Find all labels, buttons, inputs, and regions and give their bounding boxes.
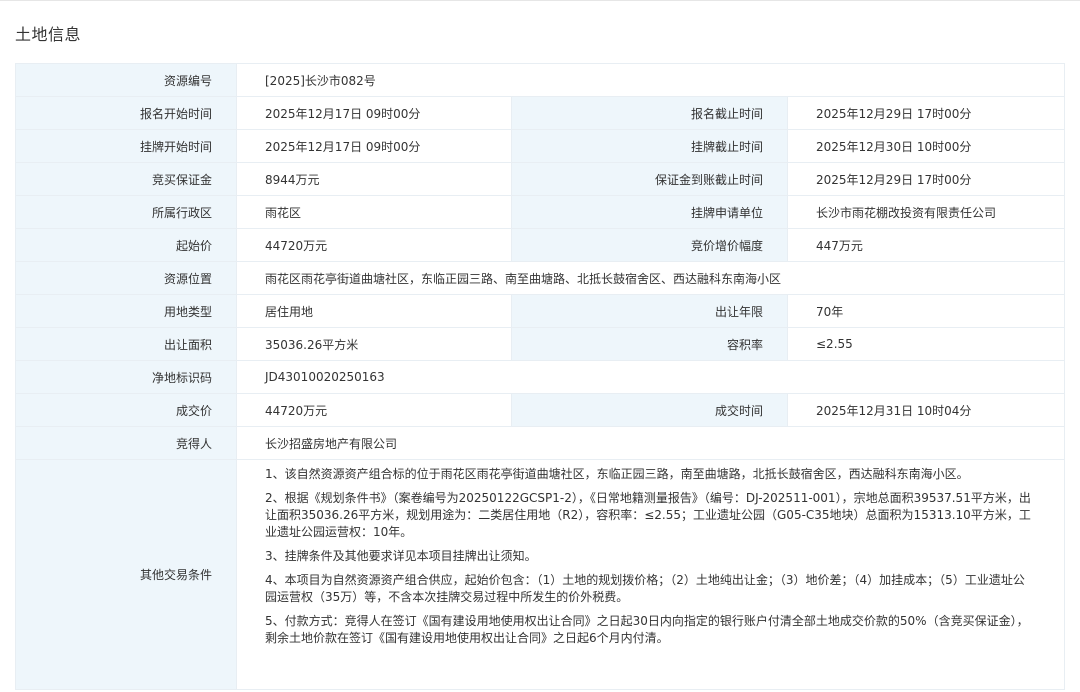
condition-item: 4、本项目为自然资源资产组合供应，起始价包含：（1）土地的规划拨价格；（2）土地… [265,573,1025,604]
row-deal: 成交价 44720万元 成交时间 2025年12月31日 10时04分 [15,393,1066,427]
label-list-start: 挂牌开始时间 [15,129,237,163]
label-start-price: 起始价 [15,228,237,262]
label-list-end: 挂牌截止时间 [511,129,788,163]
row-deposit: 竞买保证金 8944万元 保证金到账截止时间 2025年12月29日 17时00… [15,162,1066,196]
label-net-code: 净地标识码 [15,360,237,394]
value-increment: 447万元 [786,228,1066,262]
label-deal-time: 成交时间 [511,393,788,427]
row-net-code: 净地标识码 JD43010020250163 [15,360,1066,394]
value-reg-end: 2025年12月29日 17时00分 [786,96,1066,130]
value-term: 70年 [786,294,1066,328]
value-resource-no: [2025]长沙市082号 [235,63,1066,97]
value-deposit: 8944万元 [236,162,512,196]
label-far: 容积率 [511,327,788,361]
value-net-code: JD43010020250163 [235,360,1066,394]
label-other-conditions: 其他交易条件 [15,459,237,690]
label-resource-no: 资源编号 [15,63,237,97]
row-area: 出让面积 35036.26平方米 容积率 ≤2.55 [15,327,1066,361]
value-deposit-deadline: 2025年12月29日 17时00分 [786,162,1066,196]
label-district: 所属行政区 [15,195,237,229]
condition-item: 3、挂牌条件及其他要求详见本项目挂牌出让须知。 [265,549,537,563]
top-divider [0,0,1080,1]
label-reg-start: 报名开始时间 [15,96,237,130]
row-winner: 竞得人 长沙招盛房地产有限公司 [15,426,1066,460]
value-location: 雨花区雨花亭街道曲塘社区，东临正园三路、南至曲塘路、北抵长鼓宿舍区、西达融科东南… [235,261,1066,295]
row-location: 资源位置 雨花区雨花亭街道曲塘社区，东临正园三路、南至曲塘路、北抵长鼓宿舍区、西… [15,261,1066,295]
page-title: 土地信息 [15,25,82,44]
value-winner: 长沙招盛房地产有限公司 [235,426,1066,460]
condition-item: 2、根据《规划条件书》（案卷编号为20250122GCSP1-2），《日常地籍测… [265,491,1031,539]
label-reg-end: 报名截止时间 [511,96,788,130]
land-info-table: 资源编号 [2025]长沙市082号 报名开始时间 2025年12月17日 09… [15,63,1066,690]
row-other-conditions: 其他交易条件 1、该自然资源资产组合标的位于雨花区雨花亭街道曲塘社区，东临正园三… [15,459,1066,690]
value-district: 雨花区 [236,195,512,229]
label-deposit-deadline: 保证金到账截止时间 [511,162,788,196]
label-increment: 竞价增价幅度 [511,228,788,262]
label-deposit: 竞买保证金 [15,162,237,196]
condition-item: 1、该自然资源资产组合标的位于雨花区雨花亭街道曲塘社区，东临正园三路，南至曲塘路… [265,467,969,481]
row-land-use: 用地类型 居住用地 出让年限 70年 [15,294,1066,328]
value-list-start: 2025年12月17日 09时00分 [236,129,512,163]
row-listing: 挂牌开始时间 2025年12月17日 09时00分 挂牌截止时间 2025年12… [15,129,1066,163]
label-winner: 竞得人 [15,426,237,460]
value-reg-start: 2025年12月17日 09时00分 [236,96,512,130]
value-start-price: 44720万元 [236,228,512,262]
value-list-end: 2025年12月30日 10时00分 [786,129,1066,163]
label-area: 出让面积 [15,327,237,361]
value-land-use: 居住用地 [236,294,512,328]
label-land-use: 用地类型 [15,294,237,328]
value-applicant: 长沙市雨花棚改投资有限责任公司 [786,195,1066,229]
value-deal-time: 2025年12月31日 10时04分 [786,393,1066,427]
label-location: 资源位置 [15,261,237,295]
value-deal-price: 44720万元 [236,393,512,427]
label-deal-price: 成交价 [15,393,237,427]
value-far: ≤2.55 [786,327,1066,361]
row-price: 起始价 44720万元 竞价增价幅度 447万元 [15,228,1066,262]
row-registration: 报名开始时间 2025年12月17日 09时00分 报名截止时间 2025年12… [15,96,1066,130]
value-area: 35036.26平方米 [236,327,512,361]
row-resource-no: 资源编号 [2025]长沙市082号 [15,63,1066,97]
other-conditions-list: 1、该自然资源资产组合标的位于雨花区雨花亭街道曲塘社区，东临正园三路，南至曲塘路… [235,459,1066,690]
label-applicant: 挂牌申请单位 [511,195,788,229]
label-term: 出让年限 [511,294,788,328]
row-district: 所属行政区 雨花区 挂牌申请单位 长沙市雨花棚改投资有限责任公司 [15,195,1066,229]
condition-item: 5、付款方式：竞得人在签订《国有建设用地使用权出让合同》之日起30日内向指定的银… [265,614,1029,645]
